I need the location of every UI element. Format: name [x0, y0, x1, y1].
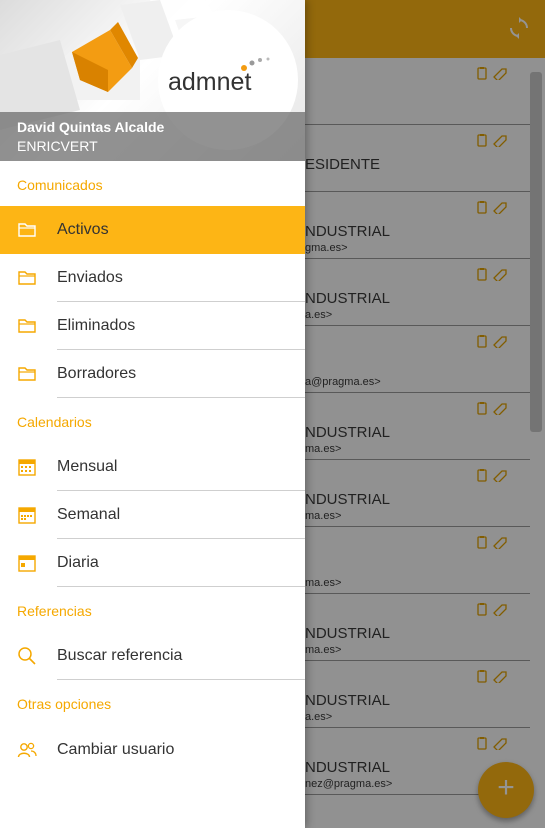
admnet-logo: admnet — [168, 68, 252, 96]
drawer-item-label: Enviados — [57, 269, 123, 286]
folder-icon — [18, 319, 36, 333]
calendar-day-icon — [18, 555, 36, 572]
drawer-item-borradores[interactable]: Borradores — [0, 350, 305, 398]
navigation-drawer: admnet David Quintas Alcalde ENRICVERT C… — [0, 0, 305, 828]
drawer-item-label: Diaria — [57, 554, 99, 571]
logo-dots — [241, 57, 270, 71]
drawer-item-label: Eliminados — [57, 317, 136, 334]
user-company: ENRICVERT — [17, 138, 98, 154]
drawer-item-label: Borradores — [57, 365, 137, 382]
divider — [57, 397, 305, 398]
drawer-item-activos[interactable]: Activos — [0, 206, 305, 254]
drawer-item-enviados[interactable]: Enviados — [0, 254, 305, 302]
drawer-item-label: Semanal — [57, 506, 121, 523]
folder-icon — [18, 367, 36, 381]
users-icon — [17, 742, 37, 758]
drawer-item-label: Mensual — [57, 458, 118, 475]
calendar-week-icon — [18, 507, 36, 524]
section-calendarios: Calendarios — [17, 414, 92, 430]
drawer-item-label: Activos — [57, 221, 109, 238]
section-comunicados: Comunicados — [17, 177, 103, 193]
divider — [57, 679, 305, 680]
drawer-item-diaria[interactable]: Diaria — [0, 539, 305, 587]
drawer-item-eliminados[interactable]: Eliminados — [0, 302, 305, 350]
folder-icon — [18, 271, 36, 285]
drawer-item-label: Buscar referencia — [57, 647, 183, 664]
section-referencias: Referencias — [17, 603, 92, 619]
drawer-item-buscar-referencia[interactable]: Buscar referencia — [0, 632, 305, 680]
drawer-item-semanal[interactable]: Semanal — [0, 491, 305, 539]
divider — [57, 586, 305, 587]
calendar-month-icon — [18, 459, 36, 476]
drawer-item-mensual[interactable]: Mensual — [0, 443, 305, 491]
drawer-item-cambiar-usuario[interactable]: Cambiar usuario — [0, 726, 305, 774]
folder-icon — [18, 223, 36, 237]
drawer-header: admnet David Quintas Alcalde ENRICVERT — [0, 0, 305, 161]
section-otras-opciones: Otras opciones — [17, 696, 112, 712]
user-name: David Quintas Alcalde — [17, 119, 165, 135]
drawer-item-label: Cambiar usuario — [57, 741, 175, 758]
search-icon — [18, 647, 36, 665]
